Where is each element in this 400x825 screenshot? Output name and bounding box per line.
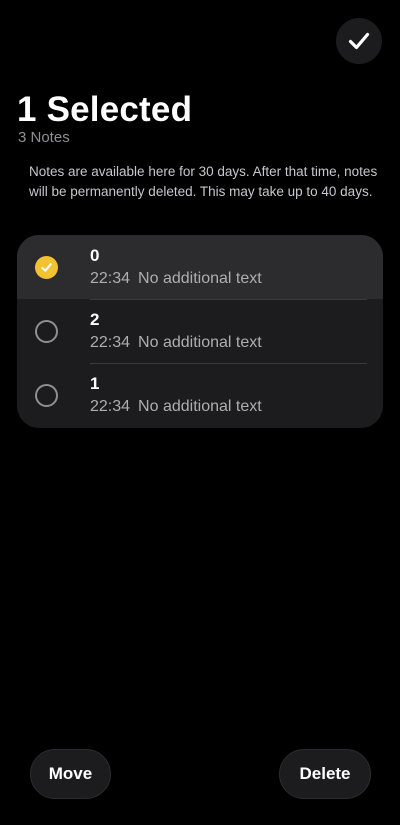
recently-deleted-screen: 1 Selected 3 Notes Notes are available h… <box>0 0 400 825</box>
notes-count: 3 Notes <box>18 129 70 146</box>
note-title: 1 <box>90 374 100 393</box>
selection-checkbox[interactable] <box>35 256 58 279</box>
note-meta: 22:34 No additional text <box>90 397 262 417</box>
note-time: 22:34 <box>90 334 131 351</box>
notes-list: 0 22:34 No additional text 2 22:34 No addi… <box>17 235 383 428</box>
note-meta: 22:34 No additional text <box>90 269 262 289</box>
note-title: 0 <box>90 246 100 265</box>
note-preview: No additional text <box>138 270 262 287</box>
delete-button[interactable]: Delete <box>279 749 371 799</box>
note-time: 22:34 <box>90 398 131 415</box>
move-button[interactable]: Move <box>30 749 111 799</box>
selection-checkbox[interactable] <box>35 320 58 343</box>
note-preview: No additional text <box>138 334 262 351</box>
note-row[interactable]: 0 22:34 No additional text <box>17 235 383 299</box>
checkmark-icon <box>348 32 370 50</box>
note-meta: 22:34 No additional text <box>90 333 262 353</box>
note-title: 2 <box>90 310 100 329</box>
selection-checkbox[interactable] <box>35 384 58 407</box>
note-preview: No additional text <box>138 398 262 415</box>
checkmark-icon <box>41 263 52 272</box>
note-row[interactable]: 2 22:34 No additional text <box>17 299 383 363</box>
done-button[interactable] <box>336 18 382 64</box>
note-row[interactable]: 1 22:34 No additional text <box>17 363 383 427</box>
retention-info-text: Notes are available here for 30 days. Af… <box>29 164 378 199</box>
note-time: 22:34 <box>90 270 131 287</box>
page-title: 1 Selected <box>17 90 193 129</box>
